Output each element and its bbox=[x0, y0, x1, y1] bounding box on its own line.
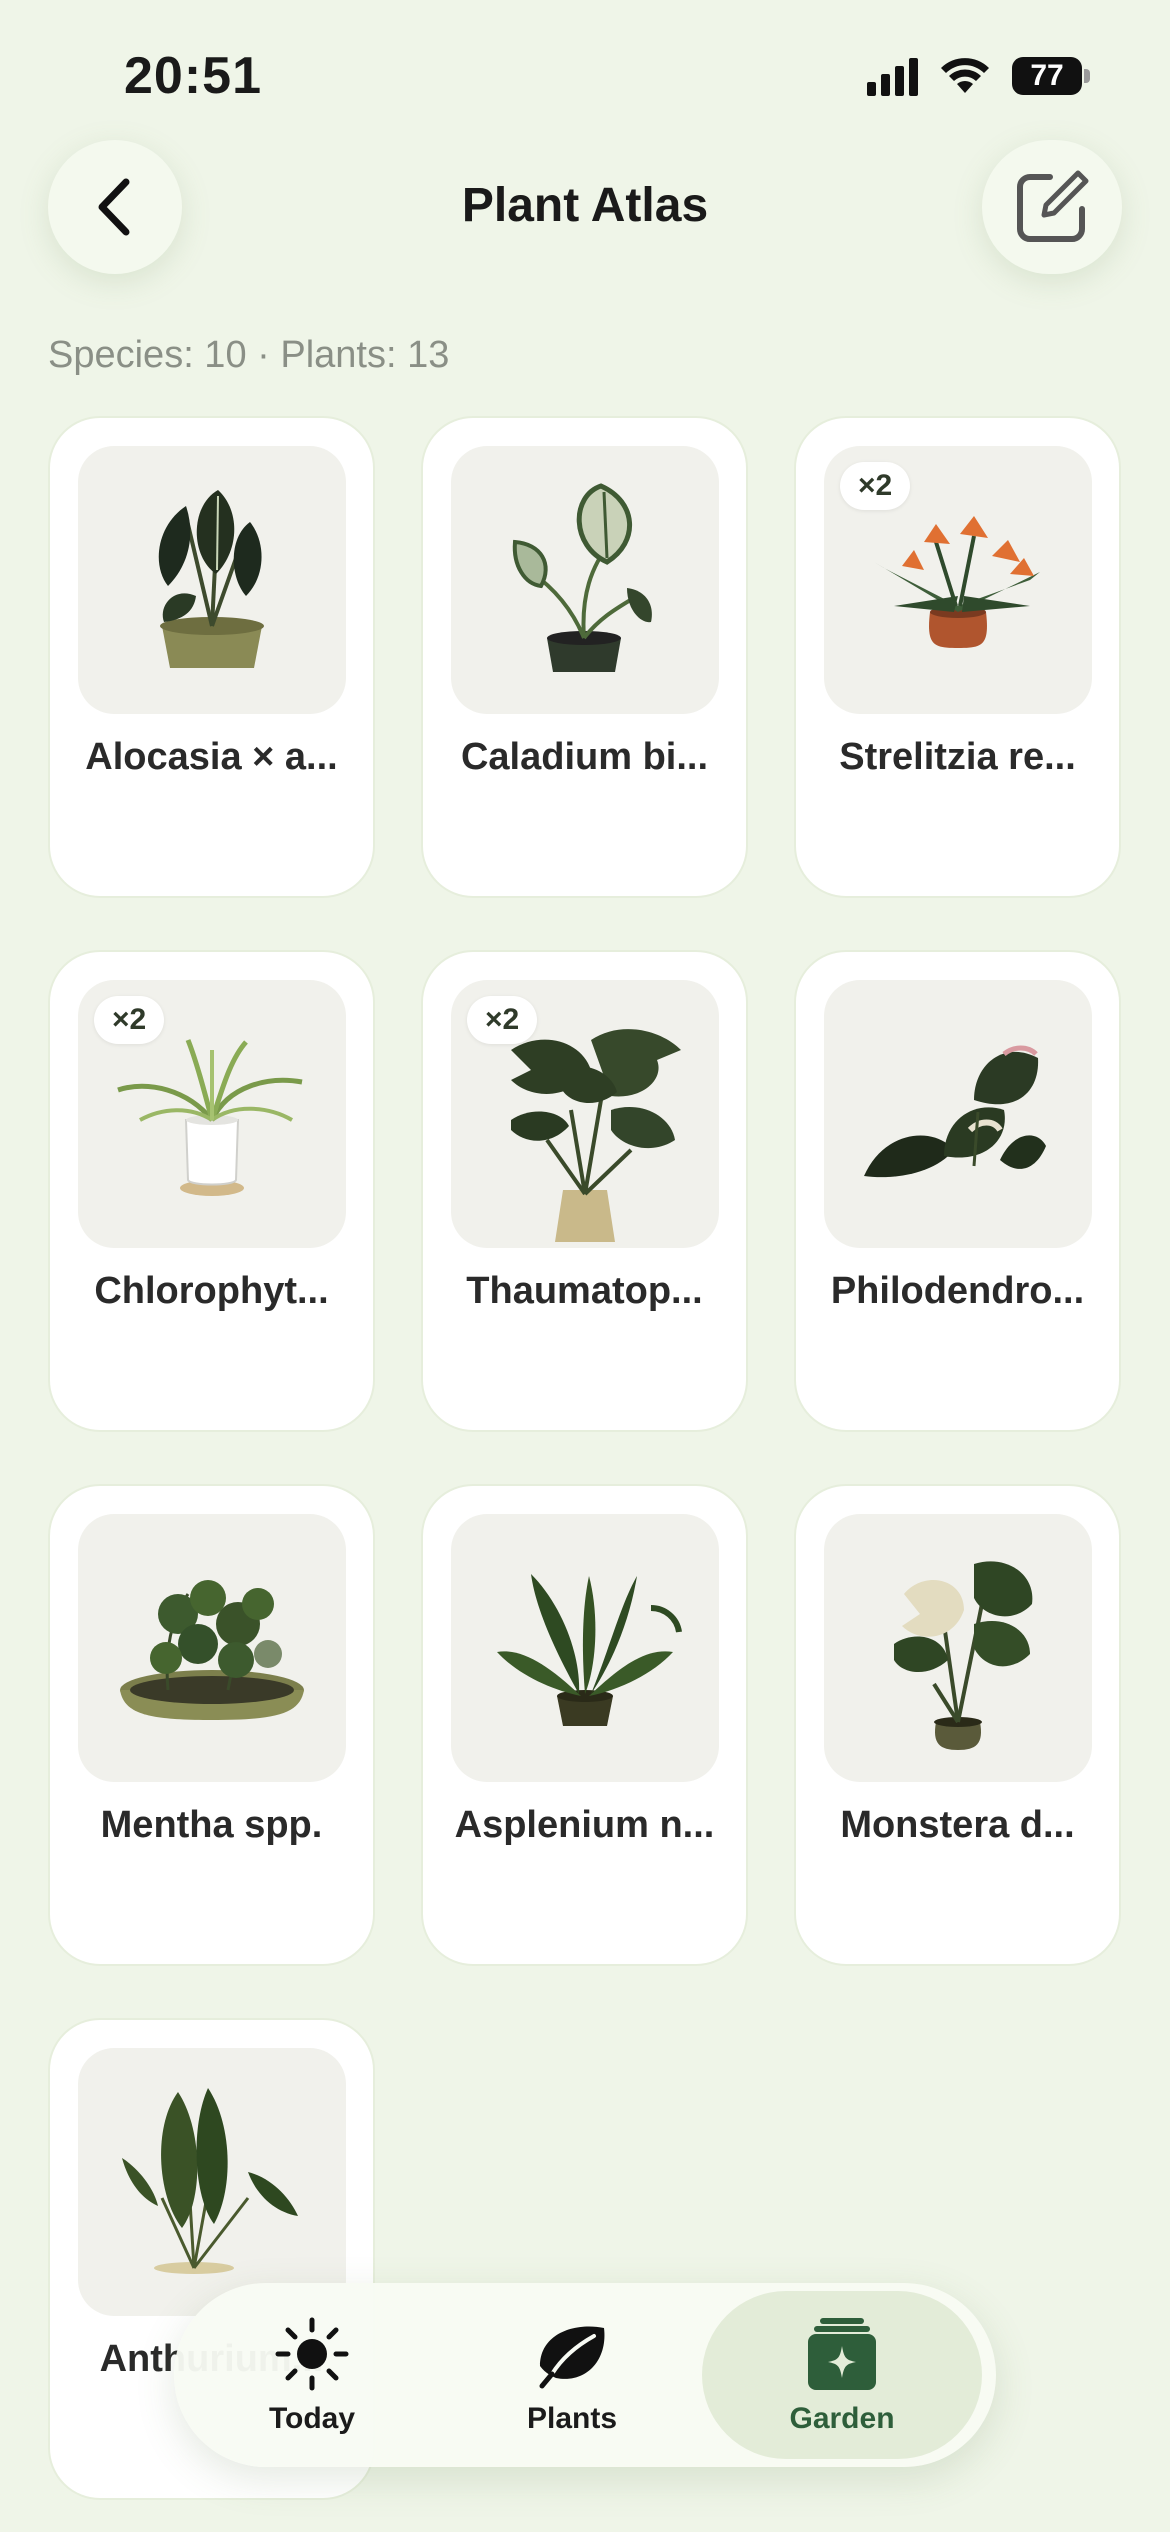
plant-card[interactable]: ×2 Strelitzia re... bbox=[794, 416, 1121, 898]
plant-card[interactable]: Caladium bi... bbox=[421, 416, 748, 898]
wifi-icon bbox=[941, 58, 989, 93]
plant-photo bbox=[824, 980, 1092, 1248]
edit-button[interactable] bbox=[982, 140, 1122, 274]
plant-name: Caladium bi... bbox=[460, 736, 709, 778]
status-icons: 77 bbox=[867, 56, 1090, 96]
sun-icon bbox=[275, 2317, 349, 2391]
plant-photo bbox=[78, 2048, 346, 2316]
plant-photo: ×2 bbox=[824, 446, 1092, 714]
plant-photo bbox=[451, 446, 719, 714]
plant-name: Philodendro... bbox=[830, 1270, 1085, 1312]
plant-card[interactable]: Mentha spp. bbox=[48, 1484, 375, 1966]
garden-stack-icon bbox=[808, 2318, 876, 2390]
plant-photo bbox=[824, 1514, 1092, 1782]
battery-icon: 77 bbox=[1012, 57, 1090, 95]
plant-name: Alocasia × a... bbox=[85, 736, 338, 778]
tab-label: Plants bbox=[526, 2402, 618, 2435]
plant-name: Monstera d... bbox=[840, 1804, 1075, 1846]
plant-card[interactable]: ×2 Chlorophyt... bbox=[48, 950, 375, 1432]
tab-bar: Today Plants Garden bbox=[174, 2283, 996, 2467]
plant-photo bbox=[78, 446, 346, 714]
status-bar: 20:51 77 bbox=[0, 0, 1170, 140]
plant-photo bbox=[78, 1514, 346, 1782]
tab-today[interactable]: Today bbox=[182, 2291, 442, 2459]
species-summary: Species: 10 · Plants: 13 bbox=[48, 334, 450, 376]
plant-photo: ×2 bbox=[451, 980, 719, 1248]
plant-photo bbox=[451, 1514, 719, 1782]
tab-plants[interactable]: Plants bbox=[442, 2291, 702, 2459]
status-time: 20:51 bbox=[124, 47, 262, 105]
tab-label: Garden bbox=[789, 2402, 895, 2435]
tab-label: Today bbox=[268, 2402, 356, 2435]
plant-card[interactable]: Monstera d... bbox=[794, 1484, 1121, 1966]
plant-card[interactable]: Alocasia × a... bbox=[48, 416, 375, 898]
tab-garden[interactable]: Garden bbox=[702, 2291, 982, 2459]
plant-card[interactable]: Asplenium n... bbox=[421, 1484, 748, 1966]
plant-count-badge: ×2 bbox=[467, 996, 538, 1044]
plant-name: Chlorophyt... bbox=[94, 1270, 329, 1312]
plant-count-badge: ×2 bbox=[94, 996, 165, 1044]
plant-name: Thaumatop... bbox=[466, 1270, 703, 1312]
plant-card[interactable]: Philodendro... bbox=[794, 950, 1121, 1432]
plant-name: Asplenium n... bbox=[454, 1804, 715, 1846]
plant-card[interactable]: ×2 Thaumatop... bbox=[421, 950, 748, 1432]
battery-level: 77 bbox=[1012, 57, 1082, 95]
cellular-signal-icon bbox=[867, 56, 918, 96]
plant-grid: Alocasia × a... Caladium bi... ×2 Streli… bbox=[48, 416, 1121, 2500]
plant-count-badge: ×2 bbox=[840, 462, 911, 510]
leaf-icon bbox=[539, 2326, 605, 2389]
plant-name: Strelitzia re... bbox=[839, 736, 1076, 778]
compose-icon bbox=[1017, 170, 1089, 242]
plant-photo: ×2 bbox=[78, 980, 346, 1248]
plant-name: Mentha spp. bbox=[100, 1804, 323, 1846]
